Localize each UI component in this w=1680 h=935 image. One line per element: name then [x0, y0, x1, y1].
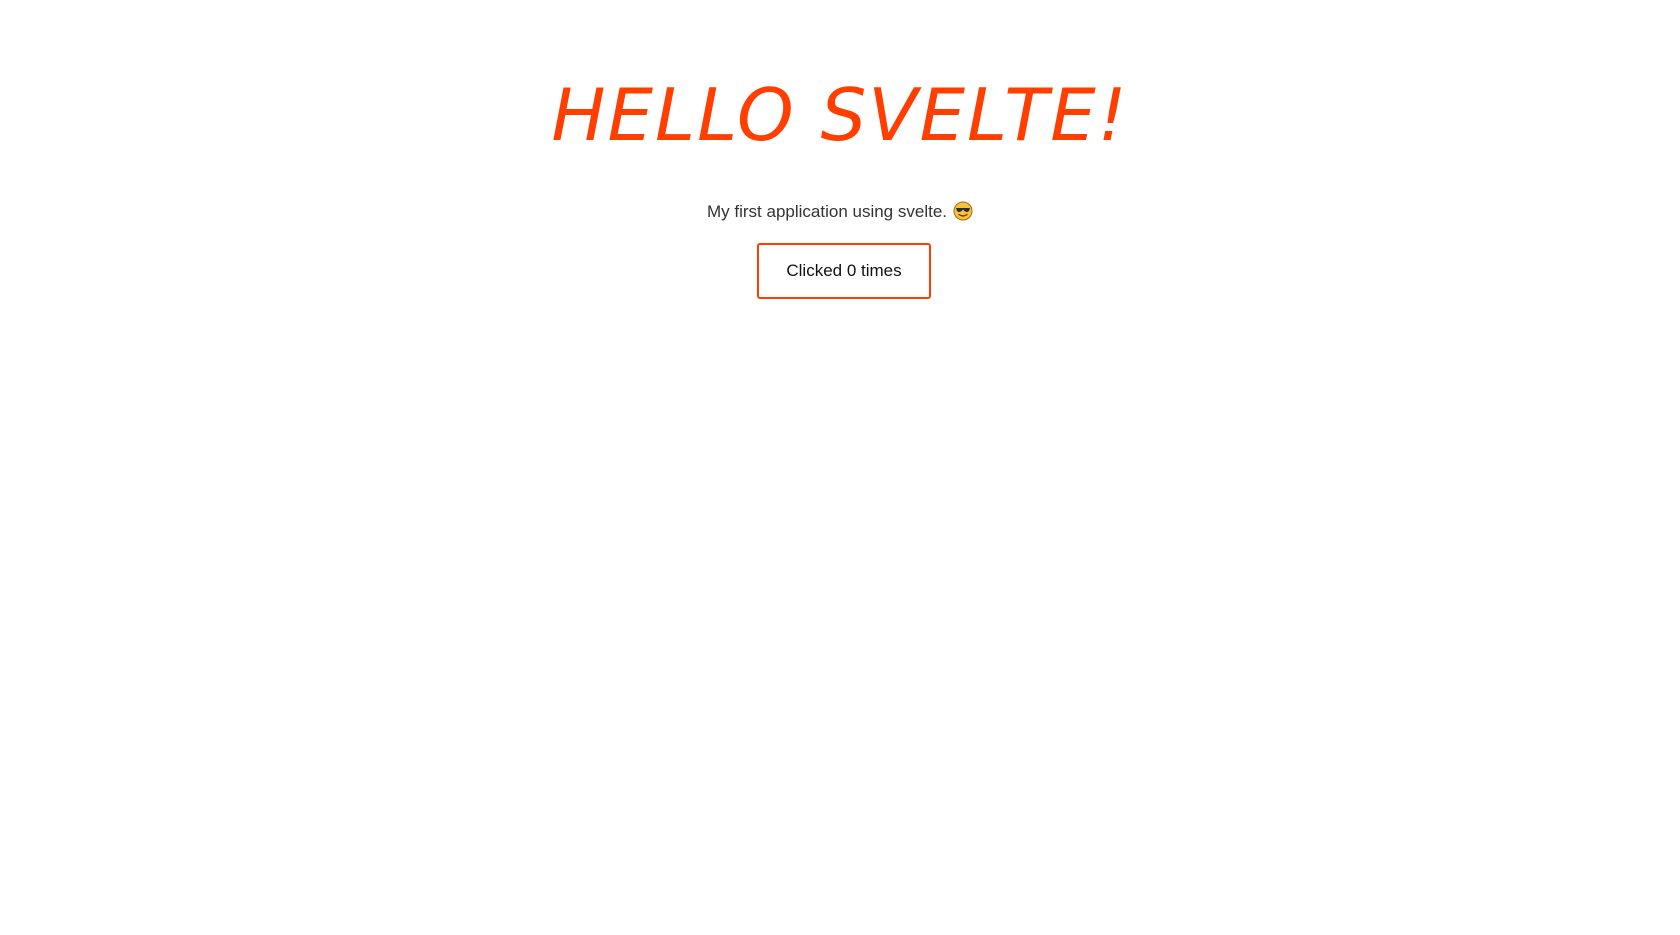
page-title: HELLO SVELTE!	[551, 73, 1129, 157]
counter-button[interactable]: Clicked 0 times	[757, 243, 931, 299]
smiling-face-with-sunglasses-icon	[953, 201, 973, 221]
app-root: HELLO SVELTE! My first application using…	[0, 0, 1680, 935]
intro-text-label: My first application using svelte.	[707, 202, 947, 221]
intro-text: My first application using svelte.	[0, 200, 1680, 224]
